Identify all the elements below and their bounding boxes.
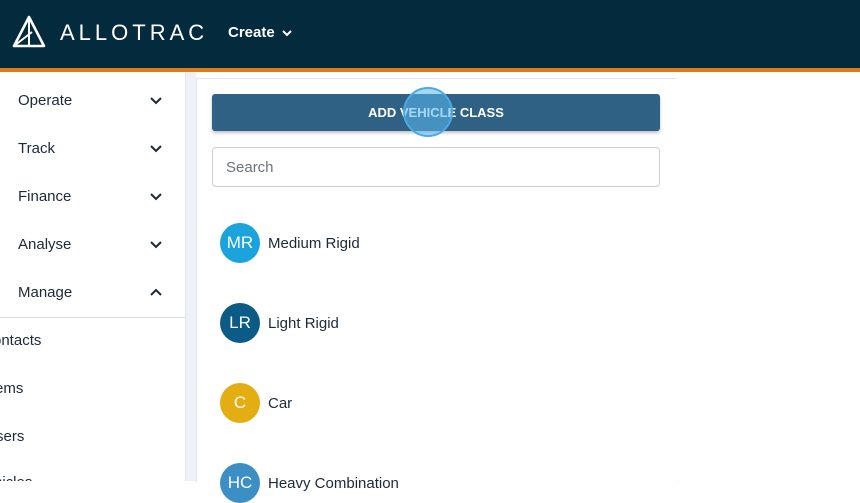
sidebar-item-manage[interactable]: Manage <box>0 268 185 316</box>
brand-name: ALLOTRAC <box>60 20 208 46</box>
chevron-down-icon <box>150 193 162 201</box>
sidebar-item-label: Analyse <box>18 235 72 253</box>
add-vehicle-class-button[interactable]: ADD VEHICLE CLASS <box>212 94 660 131</box>
chevron-down-icon <box>281 29 292 36</box>
detail-area <box>677 72 860 481</box>
avatar: LR <box>220 303 260 343</box>
sidebar-divider <box>0 317 185 318</box>
avatar: MR <box>220 223 260 263</box>
create-menu-label: Create <box>228 24 275 41</box>
sidebar-subitem-items[interactable]: ems <box>0 380 23 397</box>
sidebar-subitem-contacts[interactable]: ontacts <box>0 332 41 349</box>
brand-name-thin: TRAC <box>132 20 209 45</box>
vehicle-class-name: Medium Rigid <box>268 234 360 252</box>
chevron-up-icon <box>150 288 162 296</box>
content-gutter <box>186 72 196 481</box>
sidebar-item-label: Manage <box>18 283 73 301</box>
sidebar-item-label: Finance <box>18 187 72 205</box>
sidebar-item-analyse[interactable]: Analyse <box>0 220 185 268</box>
chevron-down-icon <box>150 145 162 153</box>
chevron-down-icon <box>150 241 162 249</box>
sidebar-item-operate[interactable]: Operate <box>0 76 185 124</box>
list-item-car[interactable]: C Car <box>220 383 292 423</box>
avatar: C <box>220 383 260 423</box>
sidebar-item-label: Track <box>18 139 55 157</box>
vehicle-class-name: Car <box>268 394 293 412</box>
vehicle-class-name: Heavy Combination <box>268 474 399 492</box>
search-input[interactable] <box>212 147 660 187</box>
avatar: HC <box>220 463 260 503</box>
create-menu-button[interactable]: Create <box>228 24 293 41</box>
sidebar: Operate Track Finance Analyse Manage ont… <box>0 72 186 481</box>
sidebar-item-finance[interactable]: Finance <box>0 172 185 220</box>
sidebar-item-track[interactable]: Track <box>0 124 185 172</box>
sidebar-item-label: Operate <box>18 91 73 109</box>
list-item-light-rigid[interactable]: LR Light Rigid <box>220 303 339 343</box>
sidebar-subitem-users[interactable]: sers <box>0 428 24 445</box>
list-item-medium-rigid[interactable]: MR Medium Rigid <box>220 223 360 263</box>
sidebar-subitem-vehicles[interactable]: hicles <box>0 474 32 481</box>
list-item-heavy-combination[interactable]: HC Heavy Combination <box>220 463 399 503</box>
vehicle-class-name: Light Rigid <box>268 314 339 332</box>
brand-name-bold: ALLO <box>60 20 133 45</box>
allotrac-logo-icon[interactable] <box>12 15 46 49</box>
top-navigation-bar: ALLOTRAC Create <box>0 0 860 68</box>
chevron-down-icon <box>150 97 162 105</box>
